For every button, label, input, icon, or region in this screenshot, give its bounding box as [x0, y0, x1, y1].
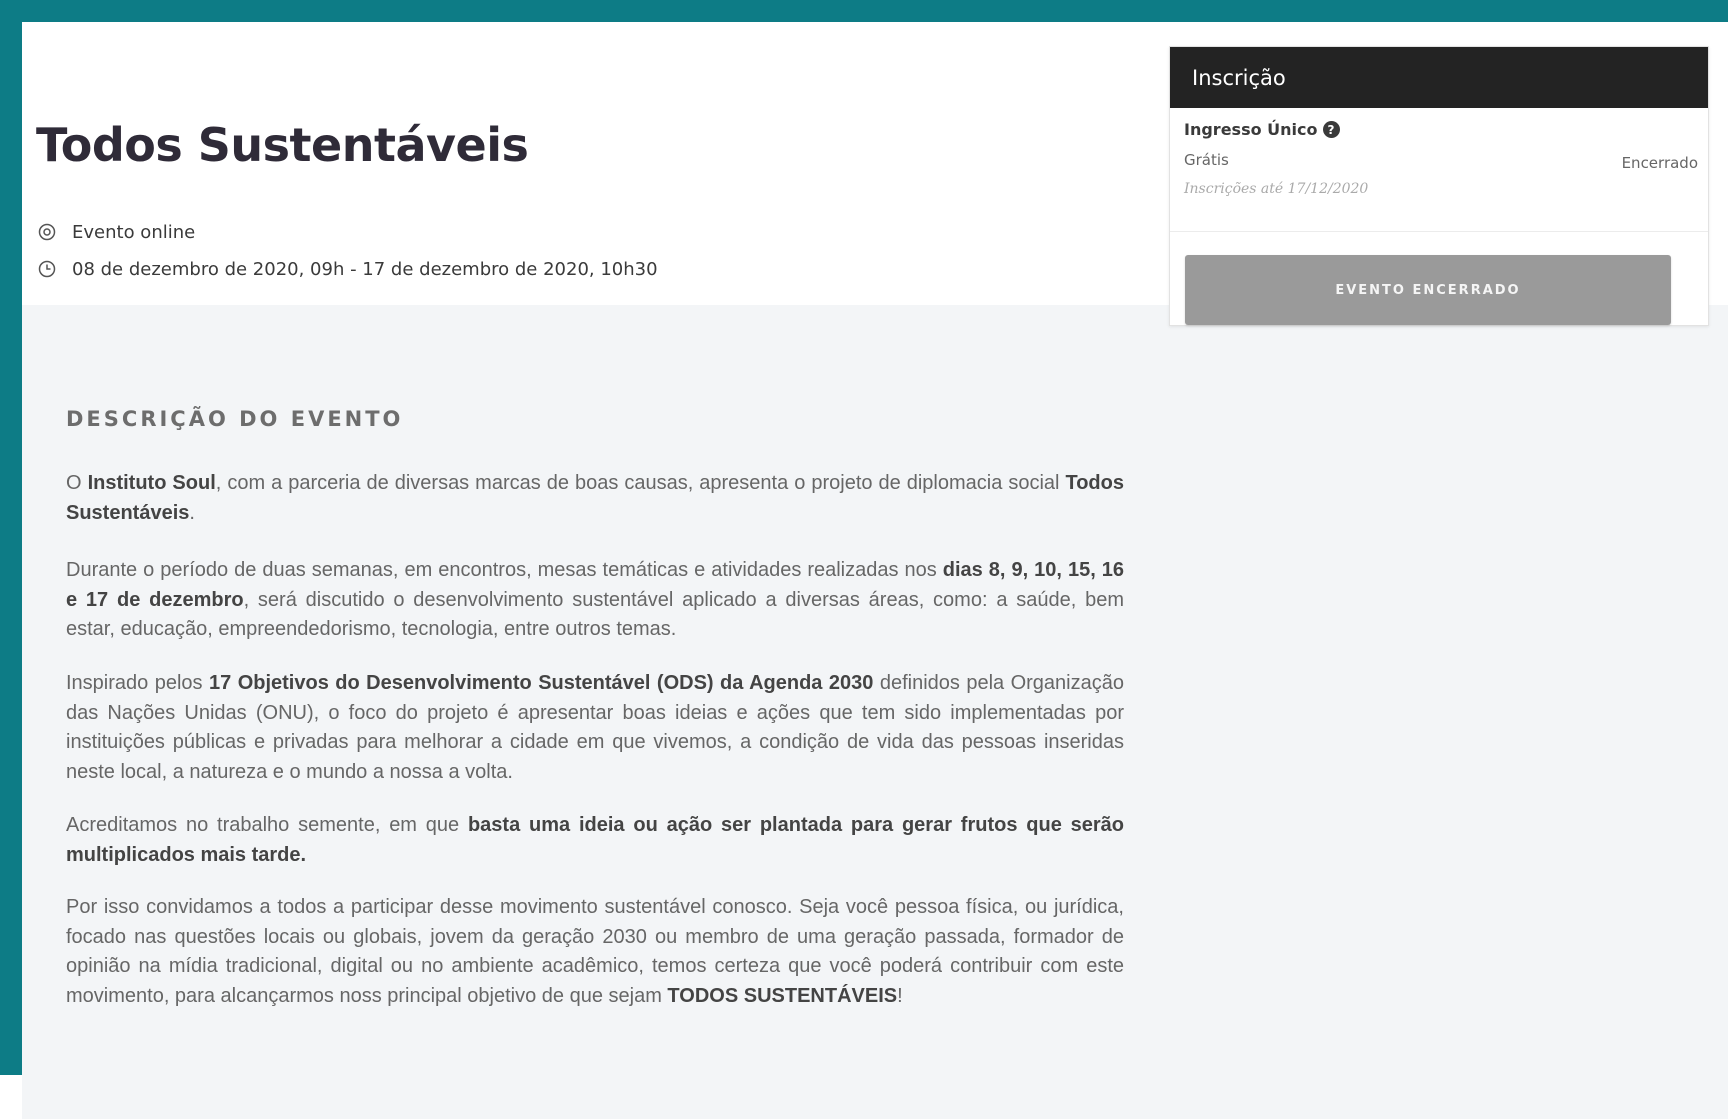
event-dates-text: 08 de dezembro de 2020, 09h - 17 de deze… [72, 258, 658, 280]
ticket-item: Ingresso Único ? Grátis Encerrado Inscri… [1170, 108, 1708, 232]
event-dates: 08 de dezembro de 2020, 09h - 17 de deze… [36, 258, 658, 280]
description-heading: DESCRIÇÃO DO EVENTO [66, 407, 404, 431]
registration-card: Inscrição Ingresso Único ? Grátis Encerr… [1169, 46, 1709, 326]
clock-icon [36, 258, 58, 280]
paragraph-bold-text: Instituto Soul [87, 472, 216, 494]
registration-deadline: Inscrições até 17/12/2020 [1184, 181, 1369, 197]
paragraph-bold-text: 17 Objetivos do Desenvolvimento Sustentá… [209, 672, 874, 694]
event-title: Todos Sustentáveis [36, 118, 529, 172]
paragraph-text: . [189, 501, 195, 524]
paragraph-text: Acreditamos no trabalho semente, em que [66, 814, 468, 836]
paragraph-text: Durante o período de duas semanas, em en… [66, 559, 943, 581]
paragraph-bold-text: TODOS SUSTENTÁVEIS [667, 984, 898, 1007]
description-paragraph: O Instituto Soul, com a parceria de dive… [66, 469, 1124, 528]
event-location-text: Evento online [72, 221, 196, 243]
registration-header: Inscrição [1170, 47, 1708, 108]
paragraph-text: ! [897, 984, 903, 1007]
frame-left-border [0, 0, 22, 1075]
description-paragraph: Acreditamos no trabalho semente, em que … [66, 811, 1124, 870]
map-pin-icon [36, 221, 58, 243]
paragraph-text: O [66, 472, 88, 494]
ticket-price: Grátis [1184, 151, 1229, 169]
ticket-status: Encerrado [1621, 154, 1698, 172]
ticket-name-text: Ingresso Único [1184, 120, 1318, 139]
description-paragraph: Durante o período de duas semanas, em en… [66, 556, 1124, 645]
paragraph-text: Inspirado pelos [66, 672, 209, 694]
paragraph-text: , com a parceria de diversas marcas de b… [215, 472, 1066, 494]
frame-top-border [0, 0, 1728, 22]
question-circle-icon[interactable]: ? [1322, 121, 1340, 138]
event-location: Evento online [36, 221, 195, 243]
description-paragraph: Inspirado pelos 17 Objetivos do Desenvol… [66, 669, 1124, 787]
paragraph-text: Por isso convidamos a todos a participar… [66, 896, 1124, 1007]
event-page: Todos Sustentáveis Evento online 08 de d… [22, 22, 1728, 1119]
event-closed-button[interactable]: EVENTO ENCERRADO [1185, 255, 1671, 325]
ticket-name: Ingresso Único ? [1184, 120, 1694, 139]
description-paragraph: Por isso convidamos a todos a participar… [66, 893, 1124, 1011]
